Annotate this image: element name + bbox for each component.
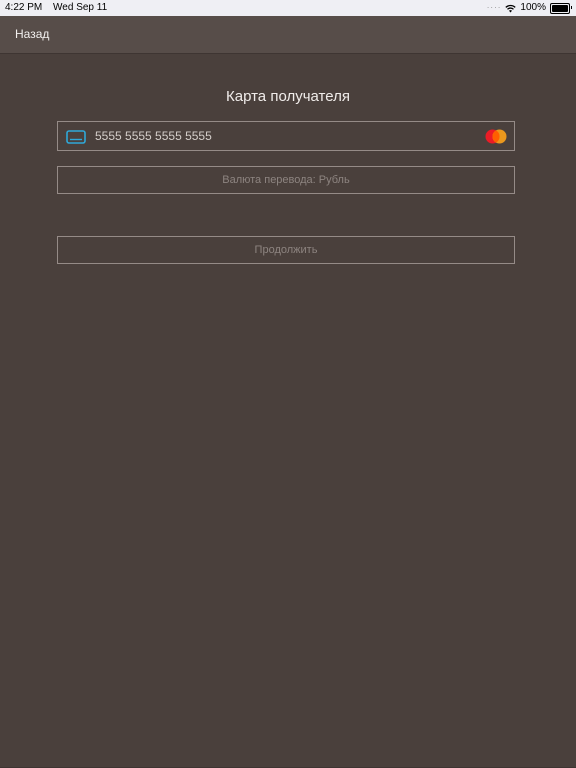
continue-button[interactable]: Продолжить xyxy=(57,236,515,264)
status-date: Wed Sep 11 xyxy=(53,2,108,13)
credit-card-icon xyxy=(66,130,86,144)
battery-icon xyxy=(550,2,572,14)
battery-percent: 100% xyxy=(520,2,546,13)
card-number-value: 5555 5555 5555 5555 xyxy=(95,129,212,143)
card-number-field[interactable]: 5555 5555 5555 5555 xyxy=(57,121,515,151)
page-title: Карта получателя xyxy=(226,88,350,105)
screen: 4:22 PM Wed Sep 11 ···· 100% Назад Карта… xyxy=(0,0,576,768)
battery-fill xyxy=(552,4,568,12)
mastercard-logo-icon xyxy=(485,129,507,144)
status-right: ···· 100% xyxy=(486,0,572,16)
status-time: 4:22 PM xyxy=(5,2,43,13)
wifi-icon xyxy=(505,4,517,12)
currency-selector[interactable]: Валюта перевода: Рубль xyxy=(57,166,515,194)
status-left: 4:22 PM Wed Sep 11 xyxy=(5,0,107,16)
status-bar: 4:22 PM Wed Sep 11 ···· 100% xyxy=(0,0,576,16)
back-button[interactable]: Назад xyxy=(15,16,49,53)
navigation-bar: Назад xyxy=(0,16,576,54)
cellular-signal-icon: ···· xyxy=(486,3,502,12)
